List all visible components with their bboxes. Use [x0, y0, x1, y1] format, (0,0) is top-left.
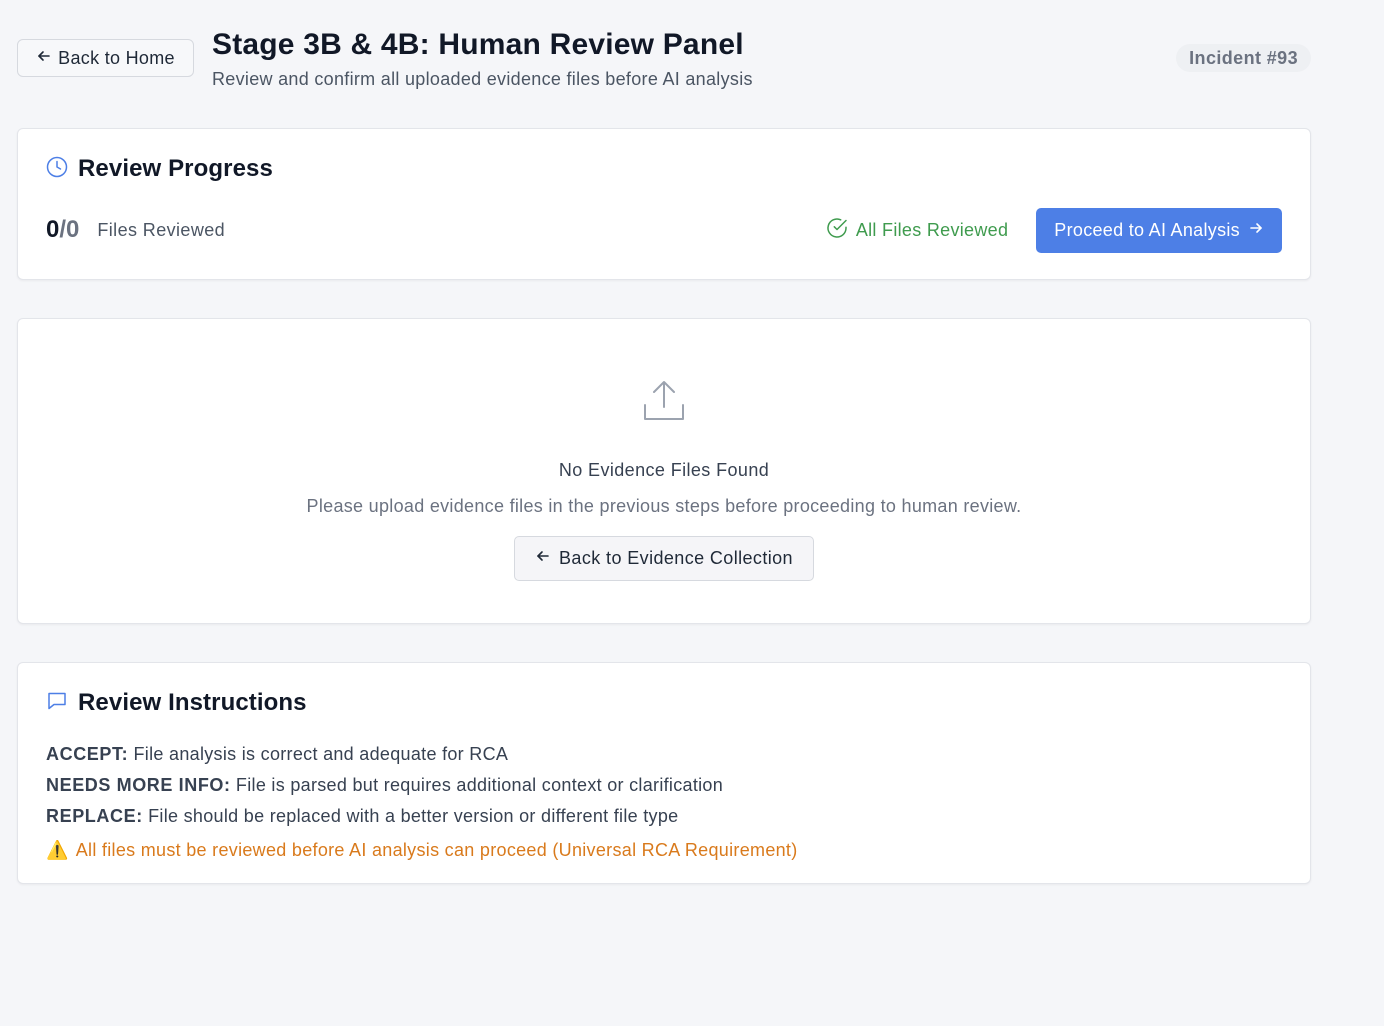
reviewed-count: 0: [46, 216, 60, 243]
upload-icon: [640, 377, 688, 430]
review-instructions-header: Review Instructions: [46, 689, 307, 717]
review-count: 0/0: [46, 216, 79, 244]
back-to-evidence-collection-button[interactable]: Back to Evidence Collection: [514, 536, 814, 581]
progress-row: 0/0 Files Reviewed All Files Reviewed Pr…: [46, 207, 1282, 253]
total-count: 0: [66, 216, 80, 243]
instruction-needs-more-info: NEEDS MORE INFO: File is parsed but requ…: [46, 772, 798, 803]
instruction-text: File is parsed but requires additional c…: [235, 775, 724, 795]
empty-state: No Evidence Files Found Please upload ev…: [18, 377, 1310, 581]
clock-icon: [46, 156, 68, 183]
review-instructions-card: Review Instructions ACCEPT: File analysi…: [17, 662, 1311, 884]
instruction-replace: REPLACE: File should be replaced with a …: [46, 803, 798, 834]
instruction-term: NEEDS MORE INFO:: [46, 775, 231, 795]
all-files-reviewed-status: All Files Reviewed: [826, 217, 1008, 244]
page-header: Back to Home Stage 3B & 4B: Human Review…: [17, 28, 1311, 98]
page-subtitle: Review and confirm all uploaded evidence…: [212, 69, 753, 89]
warning-icon: ⚠️: [46, 839, 69, 860]
instruction-accept: ACCEPT: File analysis is correct and ade…: [46, 741, 798, 772]
review-progress-header: Review Progress: [46, 155, 273, 183]
page-title: Stage 3B & 4B: Human Review Panel: [212, 28, 744, 61]
incident-badge: Incident #93: [1176, 44, 1311, 72]
instructions-list: ACCEPT: File analysis is correct and ade…: [46, 741, 798, 865]
instruction-text: File analysis is correct and adequate fo…: [133, 744, 509, 764]
review-instructions-title: Review Instructions: [78, 689, 307, 716]
instruction-term: ACCEPT:: [46, 744, 129, 764]
instruction-warning: ⚠️ All files must be reviewed before AI …: [46, 834, 798, 865]
empty-state-description: Please upload evidence files in the prev…: [306, 496, 1022, 516]
review-progress-title: Review Progress: [78, 155, 273, 182]
all-files-reviewed-label: All Files Reviewed: [855, 219, 1009, 240]
review-progress-card: Review Progress 0/0 Files Reviewed All F…: [17, 128, 1311, 280]
message-square-icon: [46, 690, 68, 717]
files-reviewed-label: Files Reviewed: [97, 219, 226, 240]
back-to-home-button[interactable]: Back to Home: [17, 39, 194, 77]
instruction-text: File should be replaced with a better ve…: [148, 806, 679, 826]
empty-state-title: No Evidence Files Found: [558, 460, 770, 480]
empty-state-card: No Evidence Files Found Please upload ev…: [17, 318, 1311, 624]
back-to-home-label: Back to Home: [58, 47, 175, 68]
arrow-right-icon: [1248, 220, 1264, 241]
warning-text: All files must be reviewed before AI ana…: [75, 839, 798, 860]
check-circle-icon: [826, 217, 848, 244]
instruction-term: REPLACE:: [46, 806, 143, 826]
proceed-to-ai-analysis-button[interactable]: Proceed to AI Analysis: [1036, 207, 1282, 253]
proceed-label: Proceed to AI Analysis: [1054, 219, 1240, 240]
arrow-left-icon: [535, 548, 551, 569]
back-to-evidence-label: Back to Evidence Collection: [559, 548, 793, 568]
arrow-left-icon: [36, 48, 52, 69]
